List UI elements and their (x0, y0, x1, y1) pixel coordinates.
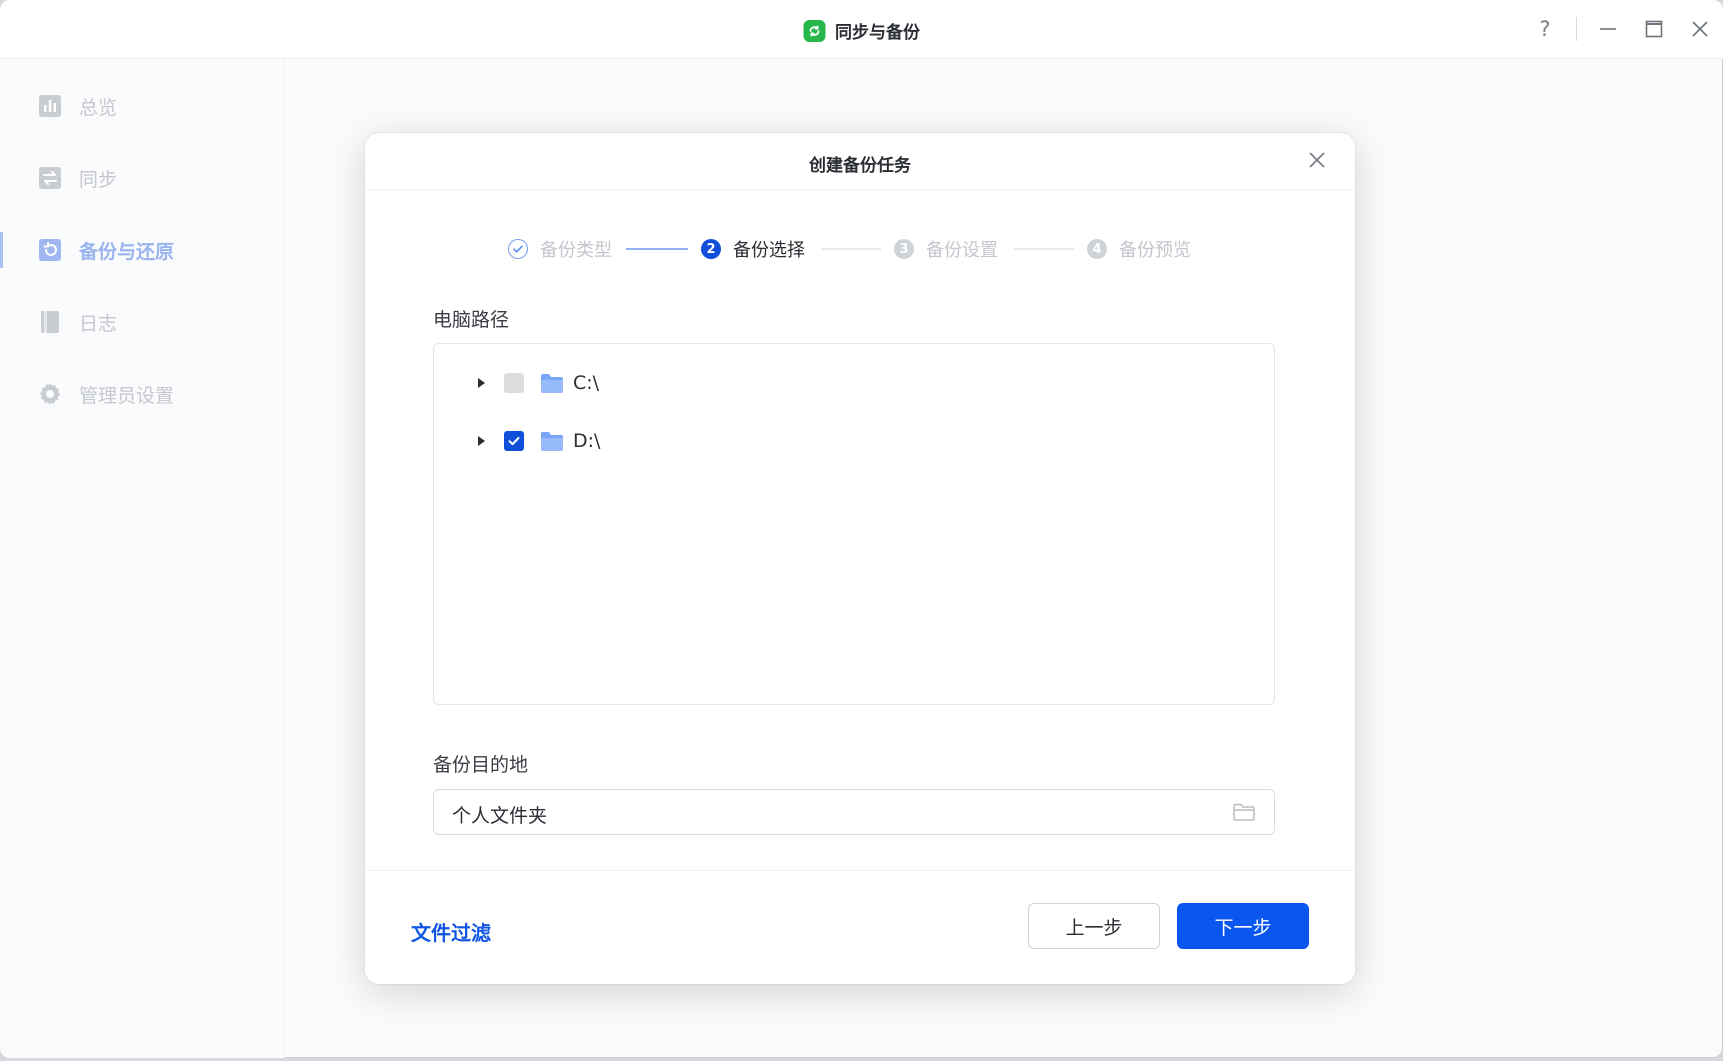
help-button[interactable]: ? (1522, 0, 1568, 58)
help-icon: ? (1539, 17, 1551, 41)
window-controls: ? (1522, 0, 1723, 58)
expand-caret-icon[interactable] (474, 434, 488, 448)
step-indicator: 备份类型 2 备份选择 3 备份设置 4 备份预览 (508, 234, 1228, 264)
maximize-icon (1645, 20, 1663, 38)
step-connector (821, 248, 881, 250)
create-backup-dialog: 创建备份任务 备份类型 2 备份选择 3 备份设置 4 备份预览 电脑路径 C:… (365, 133, 1355, 984)
minimize-icon (1600, 28, 1616, 30)
step-number-badge: 4 (1087, 239, 1107, 259)
dialog-footer: 文件过滤 上一步 下一步 (365, 870, 1355, 985)
step-label: 备份类型 (540, 240, 612, 261)
step-backup-type: 备份类型 (508, 234, 612, 264)
title-bar: 同步与备份 ? (0, 0, 1723, 59)
dialog-title: 创建备份任务 (809, 156, 911, 176)
step-label: 备份选择 (733, 240, 805, 261)
source-path-label: 电脑路径 (433, 309, 510, 331)
tree-item-label[interactable]: D:\ (573, 430, 600, 452)
tree-checkbox[interactable] (504, 373, 524, 393)
folder-icon (541, 374, 563, 393)
step-backup-settings: 3 备份设置 (894, 234, 998, 264)
tree-row-d-drive: D:\ (474, 426, 600, 456)
window-controls-divider (1576, 17, 1577, 41)
dialog-close-button[interactable] (1305, 148, 1329, 172)
dialog-header: 创建备份任务 (365, 133, 1355, 190)
folder-icon (541, 432, 563, 451)
step-backup-preview: 4 备份预览 (1087, 234, 1191, 264)
app-title-group: 同步与备份 (803, 18, 920, 43)
folder-tree: C:\ D:\ (433, 343, 1275, 705)
step-number-badge: 2 (701, 239, 721, 259)
previous-step-button[interactable]: 上一步 (1028, 903, 1160, 949)
close-window-button[interactable] (1677, 0, 1723, 58)
tree-item-label[interactable]: C:\ (573, 372, 599, 394)
file-filter-link[interactable]: 文件过滤 (411, 917, 491, 946)
step-label: 备份预览 (1119, 240, 1191, 261)
next-step-button[interactable]: 下一步 (1177, 903, 1309, 949)
minimize-button[interactable] (1585, 0, 1631, 58)
step-label: 备份设置 (926, 240, 998, 261)
destination-field[interactable]: 个人文件夹 (433, 789, 1275, 835)
step-number-badge: 3 (894, 239, 914, 259)
app-logo-icon (803, 19, 825, 42)
destination-label: 备份目的地 (433, 754, 529, 776)
step-backup-selection: 2 备份选择 (701, 234, 805, 264)
app-window: 同步与备份 ? 总览 同步 备份与还原 日志 管理员设置 创建备份任务 备份类型… (0, 0, 1723, 1058)
tree-checkbox[interactable] (504, 431, 524, 451)
close-icon (1309, 152, 1325, 168)
step-connector (626, 248, 688, 250)
check-circle-icon (508, 239, 528, 259)
expand-caret-icon[interactable] (474, 376, 488, 390)
tree-row-c-drive: C:\ (474, 368, 599, 398)
checkmark-icon (508, 437, 520, 446)
folder-browse-icon[interactable] (1232, 800, 1256, 824)
destination-value: 个人文件夹 (452, 805, 548, 827)
step-connector (1014, 248, 1074, 250)
app-title: 同步与备份 (835, 23, 920, 43)
close-icon (1692, 21, 1708, 37)
maximize-button[interactable] (1631, 0, 1677, 58)
